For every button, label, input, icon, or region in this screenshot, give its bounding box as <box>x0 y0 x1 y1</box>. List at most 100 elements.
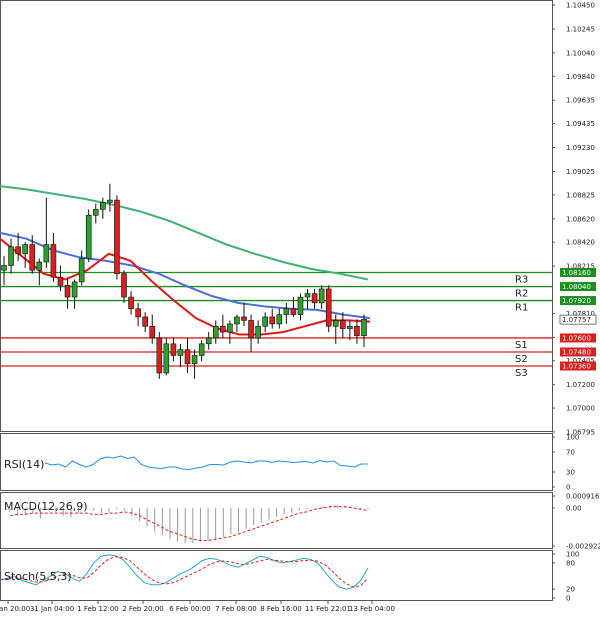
stoch-tick-label: 20 <box>566 586 575 594</box>
candle-bullish <box>205 337 212 345</box>
candle-bullish <box>71 281 78 298</box>
level-price-label-r2: 1.08040 <box>562 283 591 291</box>
price-tick-label: 1.08620 <box>566 215 595 223</box>
candle-bearish <box>311 293 318 304</box>
candle-bullish <box>347 325 353 329</box>
stoch-tick-label: 100 <box>566 551 579 559</box>
current-price: 1.07757 <box>559 314 597 325</box>
rsi-label: RSI(14) <box>4 458 44 471</box>
price-tick-label: 1.10245 <box>566 25 595 33</box>
price-tick-label: 1.09025 <box>566 168 595 176</box>
time-tick-label: 13 Feb 04:00 <box>349 605 395 613</box>
price-tick-label: 1.09635 <box>566 97 595 105</box>
price-tick-label: 1.08420 <box>566 239 595 247</box>
candle-bullish <box>107 199 113 203</box>
candle-bearish <box>50 244 57 278</box>
candle-bullish <box>85 214 92 259</box>
candle-bullish <box>283 308 290 315</box>
time-tick-label: 31 Jan 04:00 <box>30 605 74 613</box>
rsi-tick-label: 100 <box>566 434 579 442</box>
candle-bearish <box>121 273 127 298</box>
candle-bearish <box>135 308 141 318</box>
candle-bearish <box>149 325 156 339</box>
time-tick-label: 30 Jan 20:00 <box>0 605 30 613</box>
time-axis: 30 Jan 20:0031 Jan 04:001 Feb 12:00 2 Feb… <box>0 601 395 613</box>
candle-bullish <box>304 293 311 298</box>
macd-tick-label: 0.00 <box>566 504 582 512</box>
forex-chart: 1.10450 1.10245 1.10040 1.09840 1.09635 1.094… <box>0 0 600 613</box>
level-price-label-s3: 1.07360 <box>562 362 591 370</box>
price-tick-label: 1.07200 <box>566 381 595 389</box>
candle-bullish <box>234 316 240 325</box>
candle-bullish <box>1 265 7 271</box>
candle-bearish <box>57 276 64 286</box>
rsi-tick-label: 70 <box>566 449 575 457</box>
candle-bearish <box>184 349 191 364</box>
candle-bullish <box>43 244 50 263</box>
candle-bullish <box>8 246 14 266</box>
candle-bearish <box>114 199 120 275</box>
candle-bullish <box>212 325 219 339</box>
price-axis: 1.10450 1.10245 1.10040 1.09840 1.09635 1.094… <box>552 2 595 437</box>
candle-bullish <box>262 316 268 327</box>
candle-bearish <box>156 337 163 374</box>
candle-bearish <box>142 316 148 327</box>
price-tick-label: 1.09230 <box>566 144 595 152</box>
time-tick-label: 7 Feb 08:00 <box>215 605 256 613</box>
rsi-tick-label: 30 <box>566 469 575 477</box>
price-tick-label: 1.09435 <box>566 120 595 128</box>
macd-tick-label: -0.002922 <box>566 543 600 551</box>
time-tick-label: 2 Feb 20:00 <box>122 605 163 613</box>
candle-bullish <box>255 325 261 339</box>
level-price-label-s1: 1.07600 <box>562 334 591 342</box>
candle-bullish <box>318 288 325 304</box>
candle-bullish <box>78 258 85 283</box>
stoch-label: Stoch(5,5,3) <box>4 570 72 583</box>
candle-bearish <box>241 316 247 321</box>
level-price-label-r3: 1.08160 <box>562 269 591 277</box>
candle-bullish <box>198 343 205 356</box>
candle-bearish <box>220 325 226 333</box>
price-tick-label: 1.07000 <box>566 405 595 413</box>
candle-bullish <box>297 296 304 315</box>
candle-bullish <box>100 202 106 210</box>
candle-bullish <box>92 209 99 216</box>
candle-bearish <box>64 285 71 298</box>
candle-bearish <box>269 316 276 325</box>
price-tick-label: 1.09840 <box>566 73 595 81</box>
time-tick-label: 11 Feb 22:01 <box>305 605 351 613</box>
price-tick-label: 1.10040 <box>566 49 595 57</box>
candle-bullish <box>163 343 170 374</box>
rsi-tick-label: 0 <box>566 484 570 492</box>
stoch-pane-frame <box>0 550 553 601</box>
candle-bullish <box>36 261 43 271</box>
candle-bullish <box>276 314 283 325</box>
price-tick-label: 1.08825 <box>566 191 595 199</box>
level-name-r2: R2 <box>515 289 528 300</box>
level-price-label-s2: 1.07480 <box>562 348 591 356</box>
candle-bearish <box>128 296 134 310</box>
level-name-r3: R3 <box>515 275 528 286</box>
candle-bearish <box>290 308 297 315</box>
candle-bullish <box>191 355 198 364</box>
candle-bearish <box>354 325 360 336</box>
candle-bearish <box>170 343 177 356</box>
level-price-label-r1: 1.07920 <box>562 297 591 305</box>
macd-label: MACD(12,26,9) <box>4 500 88 513</box>
candle-bullish <box>227 323 233 333</box>
level-name-s1: S1 <box>515 340 528 351</box>
candle-bullish <box>177 349 184 356</box>
main-pane-frame <box>0 0 553 432</box>
time-tick-label: 8 Feb 16:00 <box>260 605 301 613</box>
candle-bullish <box>361 318 367 336</box>
level-name-s2: S2 <box>515 354 528 365</box>
candle-bearish <box>29 244 36 271</box>
candle-bullish <box>332 320 339 327</box>
stoch-tick-label: 0 <box>566 595 570 603</box>
price-tick-label: 1.10450 <box>566 2 595 10</box>
time-tick-label: 6 Feb 00:00 <box>169 605 210 613</box>
candle-bearish <box>15 246 21 255</box>
current-price-label: 1.07757 <box>562 316 591 324</box>
level-name-r1: R1 <box>515 303 528 314</box>
candle-bearish <box>340 320 346 329</box>
